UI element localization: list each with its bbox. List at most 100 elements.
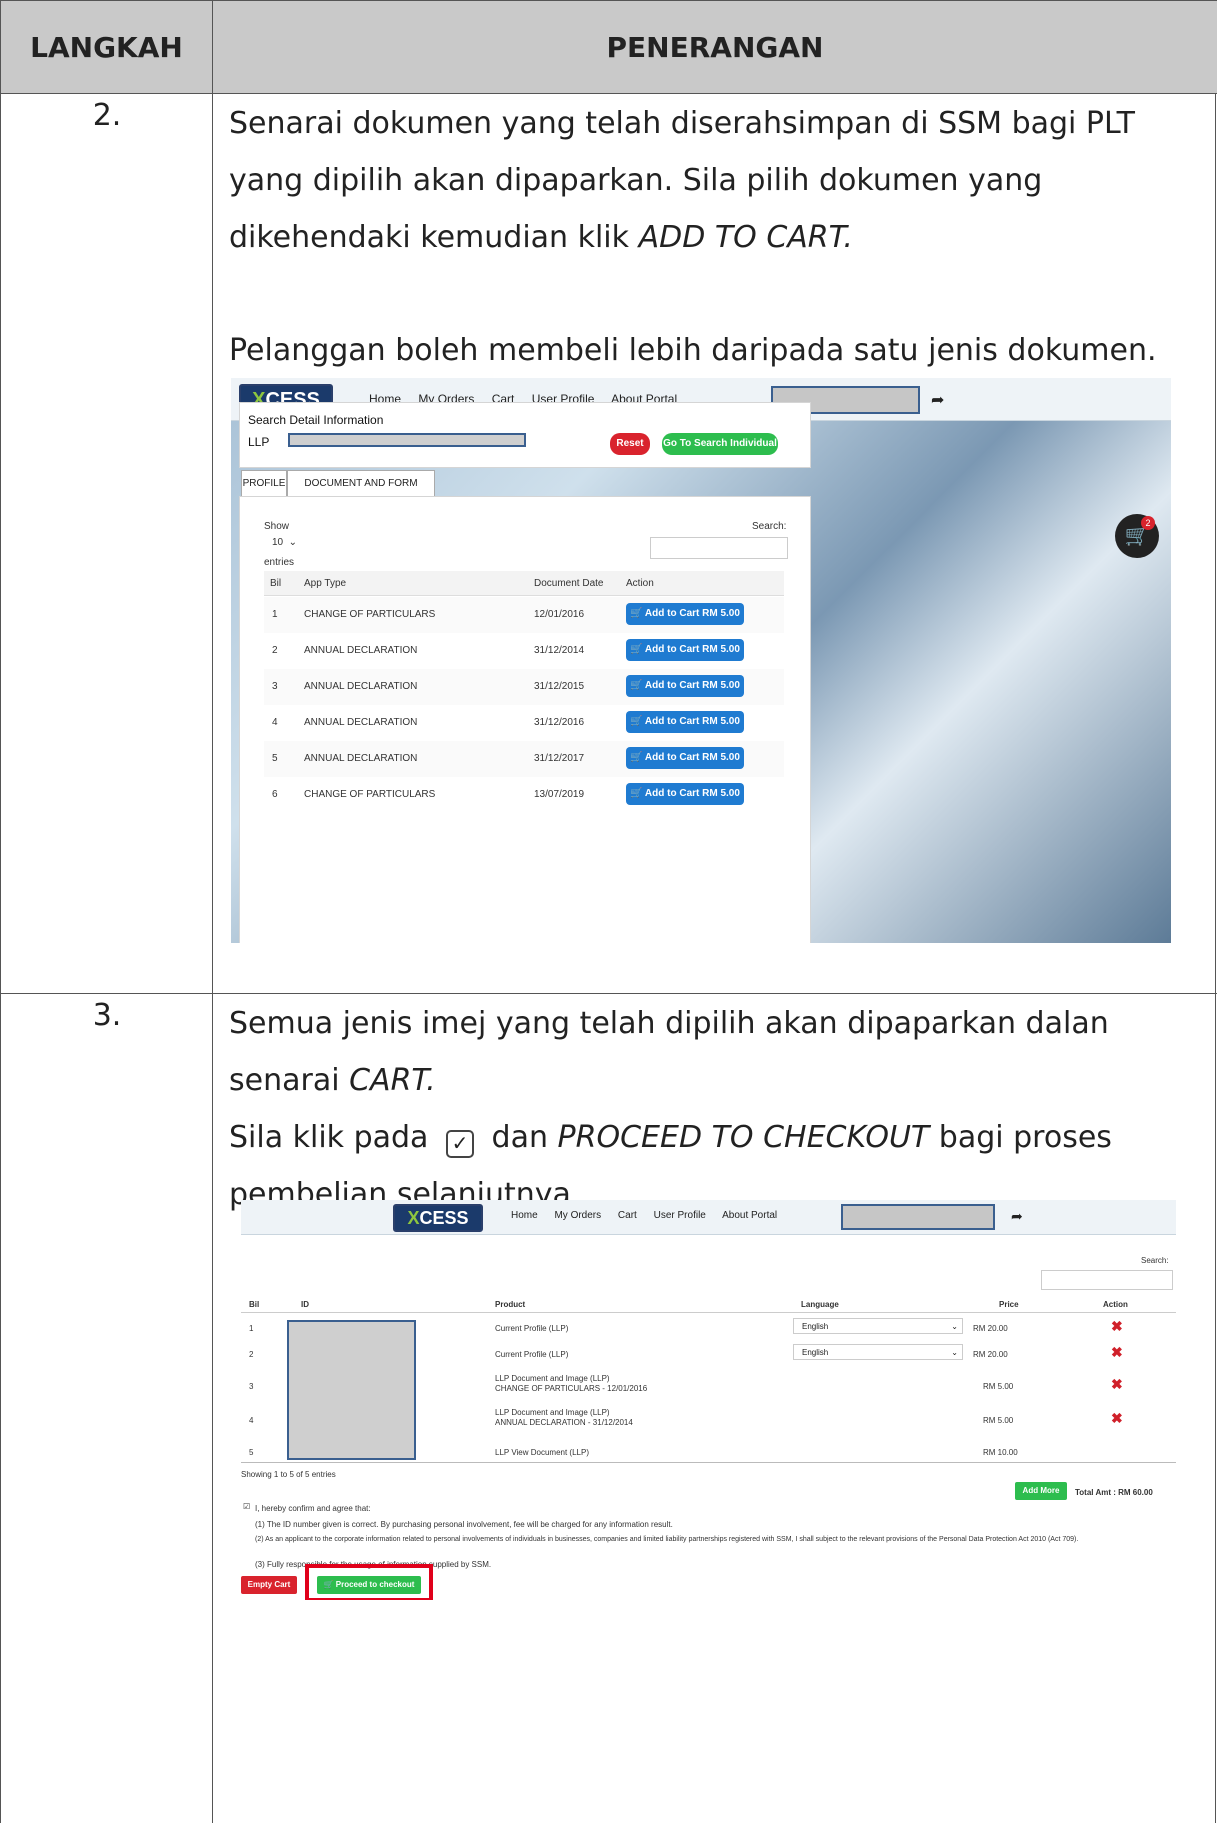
cell-price: RM 5.00 [983,1382,1014,1391]
cell-product: LLP View Document (LLP) [495,1448,589,1457]
entries-value: 10 [272,537,284,548]
cell-price: RM 20.00 [973,1324,1008,1333]
highlight-box [305,1564,433,1600]
col-product: Product [495,1300,526,1309]
step-2-description: Senarai dokumen yang telah diserahsimpan… [229,95,1197,266]
col-price: Price [999,1300,1019,1309]
tab-profile[interactable]: PROFILE [241,470,287,497]
cell-bil: 2 [249,1350,254,1359]
search-detail-card: Search Detail Information LLP Reset Go T… [239,402,811,468]
cell-app-type: ANNUAL DECLARATION [304,753,418,764]
col-bil: Bil [249,1300,260,1309]
text-line: Semua jenis imej yang telah dipilih akan… [229,1006,1109,1041]
logout-icon[interactable]: ➦ [931,390,944,410]
table-head: Bil App Type Document Date Action [264,571,784,596]
text-run: senarai [229,1063,340,1098]
col-action: Action [626,578,654,589]
add-to-cart-label: Add to Cart RM 5.00 [644,608,740,619]
search-input[interactable] [650,537,788,559]
text-line: dikehendaki kemudian klik ADD TO CART. [229,209,1197,266]
reset-button[interactable]: Reset [610,433,650,455]
text-line: Sila klik pada ✓ dan PROCEED TO CHECKOUT… [229,1109,1197,1166]
cell-app-type: CHANGE OF PARTICULARS [304,609,436,620]
cell-price: RM 20.00 [973,1350,1008,1359]
add-to-cart-label: Add to Cart RM 5.00 [644,752,740,763]
col-language: Language [801,1300,839,1309]
remove-item-icon[interactable]: ✖ [1111,1410,1123,1427]
cell-date: 12/01/2016 [534,609,585,620]
row-divider [1,993,1217,994]
nav-cart[interactable]: Cart [618,1210,637,1221]
step-3-description: Semua jenis imej yang telah dipilih akan… [229,995,1197,1223]
cell-date: 31/12/2016 [534,717,585,728]
text-run: Sila klik pada [229,1120,429,1155]
cell-date: 31/12/2014 [534,645,585,656]
search-input[interactable] [1041,1270,1173,1290]
table-row: 2 ANNUAL DECLARATION 31/12/2014 🛒 Add to… [264,633,784,669]
card-title: Search Detail Information [248,413,384,427]
step-number: 2. [92,98,122,133]
cell-product: Current Profile (LLP) [495,1324,569,1333]
add-to-cart-label: Add to Cart RM 5.00 [644,680,740,691]
add-more-button[interactable]: Add More [1015,1482,1067,1500]
add-to-cart-button[interactable]: 🛒 Add to Cart RM 5.00 [626,603,744,625]
remove-item-icon[interactable]: ✖ [1111,1376,1123,1393]
nav-user-profile[interactable]: User Profile [654,1210,706,1221]
header-penerangan: PENERANGAN [606,30,824,64]
add-to-cart-button[interactable]: 🛒 Add to Cart RM 5.00 [626,711,744,733]
nav-my-orders[interactable]: My Orders [554,1210,601,1221]
empty-cart-button[interactable]: Empty Cart [241,1576,297,1594]
add-to-cart-button[interactable]: 🛒 Add to Cart RM 5.00 [626,747,744,769]
add-to-cart-button[interactable]: 🛒 Add to Cart RM 5.00 [626,639,744,661]
nav-about-portal[interactable]: About Portal [722,1210,777,1221]
entries-select[interactable]: 10 ⌄ [272,537,297,548]
table-row: 1 CHANGE OF PARTICULARS 12/01/2016 🛒 Add… [264,597,784,633]
add-to-cart-label: Add to Cart RM 5.00 [644,716,740,727]
tab-document-and-form-images[interactable]: DOCUMENT AND FORM IMAGES [287,470,435,515]
chevron-down-icon: ⌄ [951,1348,958,1357]
remove-item-icon[interactable]: ✖ [1111,1344,1123,1361]
cell-price: RM 10.00 [983,1448,1018,1457]
screenshot-document-list: XCESS Home My Orders Cart User Profile A… [231,378,1171,943]
term-1: (1) The ID number given is correct. By p… [255,1520,673,1529]
cell-product: LLP Document and Image (LLP) [495,1408,610,1417]
column-divider [212,94,213,1823]
nav-home[interactable]: Home [511,1210,538,1221]
term-2: (2) As an applicant to the corporate inf… [255,1536,1079,1543]
redacted-id-column [287,1320,416,1460]
chevron-down-icon: ⌄ [951,1322,958,1331]
remove-item-icon[interactable]: ✖ [1111,1318,1123,1335]
language-select[interactable]: English ⌄ [793,1318,963,1334]
cell-date: 31/12/2017 [534,753,585,764]
add-to-cart-label: Add to Cart RM 5.00 [644,788,740,799]
col-bil: Bil [270,578,282,589]
text-run: bagi proses [938,1120,1112,1155]
entries-label: entries [264,557,295,568]
cell-product-detail: ANNUAL DECLARATION - 31/12/2014 [495,1418,633,1427]
search-label: Search: [752,521,787,532]
add-to-cart-button[interactable]: 🛒 Add to Cart RM 5.00 [626,783,744,805]
total-amount: Total Amt : RM 60.00 [1075,1488,1153,1497]
navbar: XCESS Home My Orders Cart User Profile A… [241,1200,1176,1235]
cell-bil: 4 [249,1416,254,1425]
table-row: 5 ANNUAL DECLARATION 31/12/2017 🛒 Add to… [264,741,784,777]
redacted-user-field [841,1204,995,1230]
document-panel: Show 10 ⌄ entries Search: Bil App Type D… [239,496,811,943]
cell-bil: 1 [249,1324,254,1333]
cell-price: RM 5.00 [983,1416,1014,1425]
logout-icon[interactable]: ➦ [1011,1208,1023,1225]
step-number: 3. [92,998,122,1033]
language-select[interactable]: English ⌄ [793,1344,963,1360]
text-line: senarai CART. [229,1052,1197,1109]
col-id: ID [301,1300,309,1309]
cart-count-badge: 2 [1141,516,1155,530]
procedure-table: LANGKAH PENERANGAN 2. Senarai dokumen ya… [0,0,1217,1823]
confirm-label: I, hereby confirm and agree that: [255,1504,371,1513]
table-row: 3 ANNUAL DECLARATION 31/12/2015 🛒 Add to… [264,669,784,705]
cell-bil: 4 [272,717,278,728]
divider [241,1462,1176,1463]
go-to-search-individual-button[interactable]: Go To Search Individual [662,433,778,455]
xcess-logo: XCESS [393,1204,483,1232]
add-to-cart-button[interactable]: 🛒 Add to Cart RM 5.00 [626,675,744,697]
confirm-checkbox[interactable]: ☑ [243,1502,250,1511]
